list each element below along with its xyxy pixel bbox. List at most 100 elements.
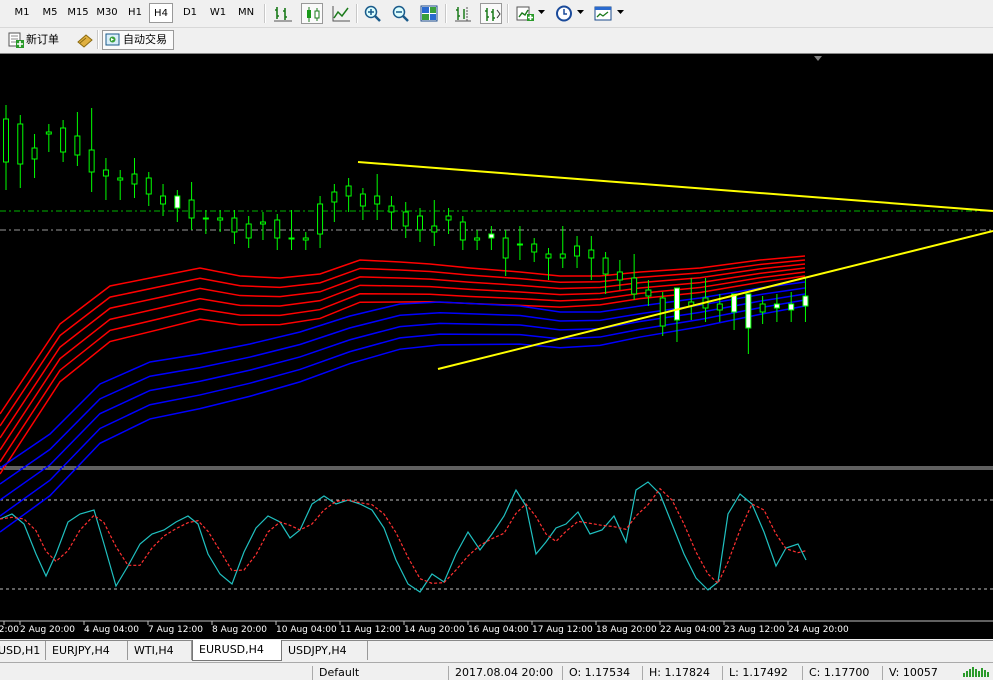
candle-body — [345, 185, 352, 197]
chart-shift-marker — [814, 56, 822, 61]
candle-body — [60, 127, 67, 153]
toolbar-divider — [356, 4, 358, 23]
zoom-in-button[interactable] — [362, 3, 384, 24]
moving-average-line — [0, 259, 806, 427]
moving-average-line — [0, 263, 806, 439]
candle-body — [559, 253, 566, 259]
periodicity-button[interactable] — [553, 3, 575, 24]
templates-button[interactable] — [592, 3, 614, 24]
x-axis-label: 14 Aug 20:00 — [404, 625, 465, 635]
x-axis-label: 17 Aug 12:00 — [532, 625, 593, 635]
candle-body — [802, 295, 809, 307]
timeframe-m1-button[interactable]: M1 — [10, 3, 34, 23]
candle-body — [102, 169, 109, 177]
chevron-down-icon[interactable] — [577, 7, 585, 17]
toolbar-divider — [445, 4, 447, 23]
chart-shift-button[interactable] — [452, 3, 474, 24]
tile-windows-button[interactable] — [418, 3, 440, 24]
candlestick-chart-button[interactable] — [301, 3, 323, 24]
moving-average-ribbon — [0, 255, 806, 533]
x-axis-label: 23 Aug 12:00 — [724, 625, 785, 635]
trendlines — [357, 161, 993, 370]
tab-wti-h4[interactable]: WTI,H4 — [128, 641, 192, 660]
candle-body — [202, 217, 209, 220]
tile-windows-icon — [420, 5, 438, 22]
support-trendline — [437, 230, 993, 370]
candle-body — [174, 195, 181, 209]
x-axis-labels: 1 Aug 12:002 Aug 20:00 4 Aug 04:00 7 Aug 1… — [0, 621, 849, 635]
candle-body — [117, 177, 124, 181]
candle-body — [388, 205, 395, 213]
bar-chart-button[interactable] — [272, 3, 294, 24]
auto-trading-label: 自动交易 — [123, 33, 167, 46]
candle-body — [773, 303, 780, 309]
candle-body — [531, 243, 538, 253]
x-axis-label: 16 Aug 04:00 — [468, 625, 529, 635]
x-axis-label: 11 Aug 12:00 — [340, 625, 401, 635]
candle-body — [317, 203, 324, 235]
timeframe-toolbar: M1 M5 M15 M30 H1 H4 D1 W1 MN — [0, 0, 993, 28]
symbol-tabs-bar: USD,H1 EURJPY,H4 WTI,H4 EURUSD,H4 USDJPY… — [0, 640, 993, 662]
chart-shift-icon — [455, 7, 471, 22]
line-chart-icon — [332, 6, 350, 22]
stochastic-signal-line — [0, 487, 807, 585]
add-indicator-icon — [516, 6, 534, 21]
tab-usd-h1[interactable]: USD,H1 — [0, 641, 46, 660]
x-axis-label: 7 Aug 12:00 — [148, 625, 203, 635]
candle-body — [274, 219, 281, 239]
auto-trading-button[interactable]: 自动交易 — [102, 30, 174, 50]
candle-body — [331, 191, 338, 203]
candle-body — [602, 257, 609, 275]
candle-body — [402, 211, 409, 227]
moving-average-line — [0, 299, 806, 517]
zoom-in-icon — [364, 5, 381, 22]
candle-body — [259, 221, 266, 225]
zoom-out-button[interactable] — [390, 3, 412, 24]
timeframe-h4-button[interactable]: H4 — [149, 3, 173, 23]
timeframe-d1-button[interactable]: D1 — [178, 3, 202, 23]
candle-body — [431, 225, 438, 233]
candle-body — [3, 118, 9, 163]
candle-body — [302, 237, 309, 241]
timeframe-m30-button[interactable]: M30 — [93, 3, 121, 23]
candle-body — [31, 147, 38, 160]
candle-body — [716, 303, 723, 311]
candle-body — [759, 303, 766, 313]
timeframe-m5-button[interactable]: M5 — [38, 3, 62, 23]
tab-usdjpy-h4[interactable]: USDJPY,H4 — [282, 641, 368, 660]
chevron-down-icon[interactable] — [538, 7, 546, 17]
x-axis-label: 10 Aug 04:00 — [276, 625, 337, 635]
candle-body — [645, 289, 652, 297]
candle-body — [160, 195, 167, 205]
candle-body — [502, 237, 509, 259]
chart-window[interactable]: 1 Aug 12:002 Aug 20:00 4 Aug 04:00 7 Aug 1… — [0, 54, 993, 639]
tab-eurjpy-h4[interactable]: EURJPY,H4 — [46, 641, 128, 660]
x-axis-label: 4 Aug 04:00 — [84, 625, 139, 635]
timeframe-mn-button[interactable]: MN — [233, 3, 259, 23]
chart-canvas[interactable]: 1 Aug 12:002 Aug 20:00 4 Aug 04:00 7 Aug 1… — [0, 54, 993, 639]
new-order-button[interactable]: 新订单 — [6, 30, 72, 50]
timeframe-h1-button[interactable]: H1 — [123, 3, 147, 23]
history-icon — [77, 34, 93, 48]
candle-body — [45, 131, 52, 135]
line-chart-button[interactable] — [330, 3, 352, 24]
x-axis-label: 2 Aug 20:00 — [20, 625, 75, 635]
candle-body — [417, 215, 424, 231]
tab-eurusd-h4[interactable]: EURUSD,H4 — [192, 640, 282, 661]
candle-body — [131, 173, 138, 185]
timeframe-m15-button[interactable]: M15 — [64, 3, 92, 23]
x-axis-label: 24 Aug 20:00 — [788, 625, 849, 635]
chevron-down-icon[interactable] — [617, 7, 625, 17]
connection-status-icon — [963, 667, 989, 677]
candle-body — [17, 123, 24, 165]
indicators-button[interactable] — [514, 3, 536, 24]
x-axis-label: 8 Aug 20:00 — [212, 625, 267, 635]
candle-body — [145, 177, 152, 195]
history-center-button[interactable] — [74, 30, 96, 50]
candle-body — [374, 195, 381, 205]
toolbar-divider — [264, 4, 266, 23]
candle-body — [745, 293, 752, 329]
auto-scroll-button[interactable] — [480, 3, 502, 24]
timeframe-w1-button[interactable]: W1 — [206, 3, 230, 23]
stochastic-main-line — [0, 481, 807, 593]
